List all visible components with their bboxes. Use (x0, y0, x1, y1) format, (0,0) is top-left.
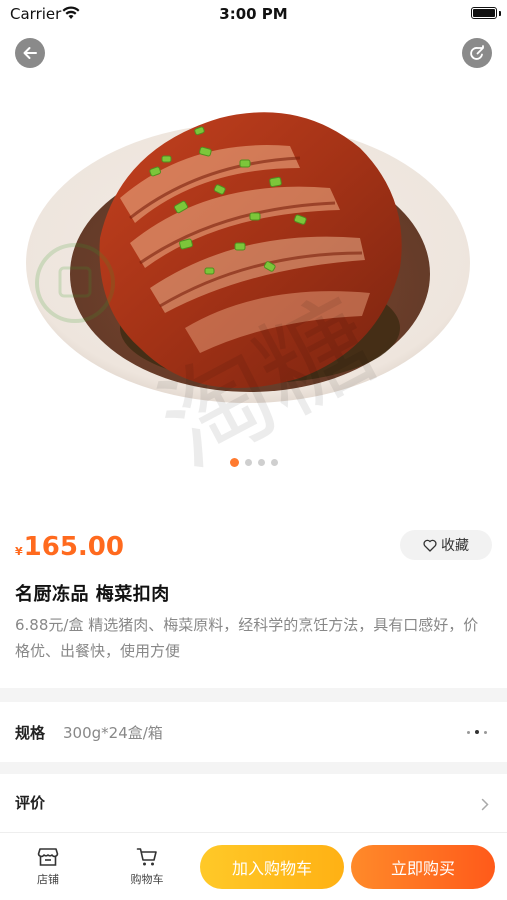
more-icon[interactable] (467, 730, 487, 734)
pagination-dot-active[interactable] (229, 458, 239, 467)
battery-tip (499, 11, 501, 16)
favorite-label: 收藏 (441, 538, 469, 554)
store-label: 店铺 (37, 873, 59, 886)
spec-value: 300g*24盒/箱 (63, 724, 163, 742)
heart-icon (423, 539, 437, 552)
pagination-dot[interactable] (257, 459, 265, 466)
spec-label: 规格 (15, 724, 46, 742)
product-gallery[interactable]: 淘糖 (0, 28, 507, 480)
bottom-action-bar: 店铺 购物车 加入购物车 立即购买 (0, 832, 507, 900)
battery-icon (471, 7, 497, 19)
store-icon (37, 848, 59, 866)
status-time: 3:00 PM (219, 5, 288, 23)
arrow-left-icon (23, 47, 37, 59)
favorite-button[interactable]: 收藏 (400, 530, 492, 560)
gallery-pagination[interactable] (0, 458, 507, 467)
chevron-right-icon (481, 798, 489, 811)
cart-icon (136, 848, 157, 866)
pagination-dot[interactable] (244, 459, 252, 466)
product-info: ¥165.00 收藏 名厨冻品 梅菜扣肉 6.88元/盒 精选猪肉、梅菜原料，经… (0, 520, 507, 688)
currency-symbol: ¥ (15, 545, 23, 558)
add-to-cart-button[interactable]: 加入购物车 (200, 845, 344, 889)
product-title: 名厨冻品 梅菜扣肉 (15, 584, 170, 605)
cart-label: 购物车 (130, 873, 164, 886)
spec-row[interactable]: 规格 300g*24盒/箱 (0, 702, 507, 762)
price-value: 165.00 (23, 532, 124, 562)
reviews-label: 评价 (15, 794, 46, 812)
store-tab[interactable]: 店铺 (18, 847, 78, 887)
share-icon (470, 45, 484, 60)
cart-tab[interactable]: 购物车 (117, 847, 177, 887)
product-image: 淘糖 (26, 112, 470, 480)
pagination-dot[interactable] (270, 459, 278, 466)
section-divider (0, 688, 507, 702)
product-price: ¥165.00 (15, 532, 124, 562)
product-description: 6.88元/盒 精选猪肉、梅菜原料，经科学的烹饪方法，具有口感好，价格优、出餐快… (15, 616, 479, 660)
buy-now-button[interactable]: 立即购买 (351, 845, 495, 889)
reviews-row[interactable]: 评价 (0, 774, 507, 832)
share-button[interactable] (462, 38, 492, 68)
back-button[interactable] (15, 38, 45, 68)
status-bar: Carrier 3:00 PM (0, 0, 507, 28)
section-divider (0, 762, 507, 774)
